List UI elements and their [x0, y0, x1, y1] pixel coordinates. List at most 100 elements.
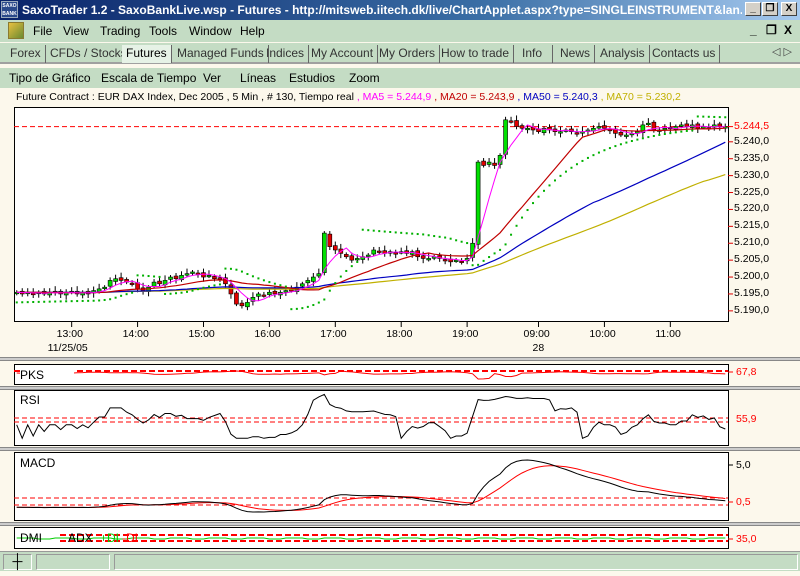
sar-dot	[466, 242, 469, 245]
sar-dot	[592, 154, 595, 157]
sar-dot	[471, 264, 474, 267]
candle-body	[376, 250, 382, 253]
sar-dot	[142, 274, 145, 277]
sar-dot	[147, 275, 150, 278]
sar-dot	[680, 130, 683, 133]
rsi-label: RSI	[20, 393, 41, 407]
sar-dot	[663, 133, 666, 136]
sar-dot	[724, 116, 727, 119]
sar-dot	[691, 129, 694, 132]
sar-dot	[543, 189, 546, 192]
sar-dot	[323, 298, 326, 301]
candle-body	[322, 232, 327, 273]
candle-body	[267, 291, 272, 295]
sar-dot	[411, 232, 414, 235]
macd-value-bottom: 0,5	[736, 496, 751, 508]
crosshair-tool-button[interactable]: ┼	[3, 554, 32, 570]
sar-dot	[306, 305, 309, 308]
sar-dot	[383, 230, 386, 233]
macd-line	[16, 459, 726, 513]
sar-dot	[581, 159, 584, 162]
sar-dot	[548, 184, 551, 187]
sar-dot	[37, 300, 40, 303]
sar-dot	[207, 285, 210, 288]
sar-dot	[164, 292, 167, 295]
sar-dot	[652, 134, 655, 137]
sar-dot	[696, 115, 699, 118]
sar-dot	[444, 236, 447, 239]
sar-dot	[389, 230, 392, 233]
sar-dot	[460, 240, 463, 243]
macd-value-top: 5,0	[736, 459, 751, 471]
dmi-value: 35,0	[736, 533, 757, 545]
candle-body	[349, 255, 355, 261]
sar-dot	[718, 116, 721, 119]
pks-value: 67,8	[736, 366, 757, 378]
sar-dot	[405, 232, 408, 235]
sar-dot	[438, 235, 441, 238]
sar-dot	[367, 229, 370, 232]
sar-dot	[515, 224, 518, 227]
sar-dot	[120, 294, 123, 297]
candle-body	[184, 273, 190, 276]
candle-body	[574, 132, 580, 135]
sar-dot	[614, 145, 617, 148]
candle-body	[113, 278, 118, 282]
sar-dot	[196, 288, 199, 291]
candle-body	[217, 277, 223, 280]
sar-dot	[268, 281, 271, 284]
sar-dot	[246, 273, 249, 276]
sar-dot	[361, 228, 364, 231]
candle-body	[173, 275, 179, 280]
candle-body	[514, 120, 519, 127]
candle-body	[190, 271, 195, 274]
sar-dot	[48, 300, 51, 303]
candle-body	[261, 294, 267, 297]
sar-dot	[202, 286, 205, 289]
candle-body	[305, 280, 311, 284]
sar-dot	[218, 283, 221, 286]
sar-dot	[273, 282, 276, 285]
dmi-plus-di-label: +DI	[100, 531, 120, 545]
sar-dot	[15, 301, 18, 304]
candle-body	[596, 126, 602, 129]
sar-dot	[26, 301, 29, 304]
candle-body	[283, 290, 289, 293]
rsi-value: 55,9	[736, 413, 757, 425]
candle-body	[481, 160, 486, 166]
sar-dot	[394, 231, 397, 234]
sar-dot	[98, 299, 101, 302]
sar-dot	[257, 277, 260, 280]
candle-body	[662, 127, 668, 131]
candle-body	[453, 259, 459, 262]
pks-label: PKS	[20, 368, 75, 382]
sar-dot	[575, 163, 578, 166]
sar-dot	[608, 147, 611, 150]
sar-dot	[400, 231, 403, 234]
candle-body	[102, 286, 107, 289]
candle-body	[420, 255, 426, 259]
dmi-label: DMI	[20, 531, 42, 545]
sar-dot	[213, 284, 216, 287]
sar-dot	[240, 270, 243, 273]
sar-dot	[488, 256, 491, 259]
candle-body	[316, 273, 322, 277]
sar-dot	[70, 300, 73, 303]
macd-label: MACD	[20, 456, 56, 470]
sar-dot	[290, 308, 293, 311]
sar-dot	[114, 296, 117, 299]
sar-dot	[345, 269, 348, 272]
sar-dot	[262, 279, 265, 282]
sar-dot	[669, 132, 672, 135]
sar-dot	[229, 267, 232, 270]
sar-dot	[76, 300, 79, 303]
sar-dot	[54, 300, 57, 303]
sar-dot	[433, 235, 436, 238]
sar-dot	[350, 265, 353, 268]
candle-body	[168, 276, 173, 280]
status-field	[36, 554, 110, 570]
sar-dot	[356, 260, 359, 263]
sar-dot	[559, 174, 562, 177]
sar-dot	[312, 304, 315, 307]
candle-body	[459, 260, 464, 263]
